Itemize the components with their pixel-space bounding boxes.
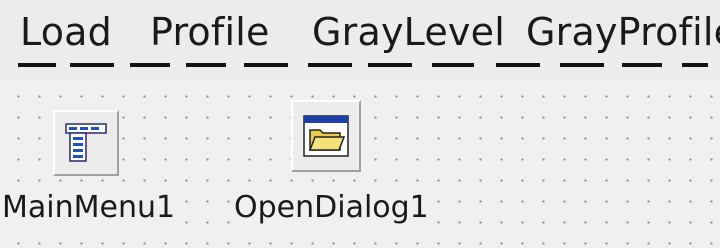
menu-separator-dash [432, 63, 474, 67]
menu-item-grayprofile[interactable]: GrayProfile [526, 8, 720, 56]
mainmenu-component[interactable] [53, 110, 119, 176]
open-dialog-folder-icon [303, 115, 349, 157]
menu-separator-dash [18, 63, 56, 67]
menu-separator-dash [130, 63, 170, 67]
menu-separator-dash [368, 63, 412, 67]
opendialog-component[interactable] [291, 100, 361, 172]
menu-separator-dash [186, 63, 226, 67]
main-menu-bar: Load Profile GrayLevel GrayProfile [0, 0, 720, 80]
main-menu-icon [65, 123, 107, 162]
menu-item-profile[interactable]: Profile [150, 8, 270, 56]
menu-separator-dash [496, 63, 540, 67]
opendialog-label: OpenDialog1 [232, 190, 431, 226]
menu-item-load[interactable]: Load [20, 8, 112, 56]
menu-separator-dash [308, 63, 352, 67]
menu-separator-dash [70, 63, 114, 67]
menu-item-graylevel[interactable]: GrayLevel [312, 8, 505, 56]
menu-separator-dash [244, 63, 288, 67]
menu-separator-dash [622, 63, 662, 67]
mainmenu-label: MainMenu1 [0, 190, 178, 226]
menu-separator-dash [560, 63, 604, 67]
menu-separator-dash [682, 63, 708, 67]
